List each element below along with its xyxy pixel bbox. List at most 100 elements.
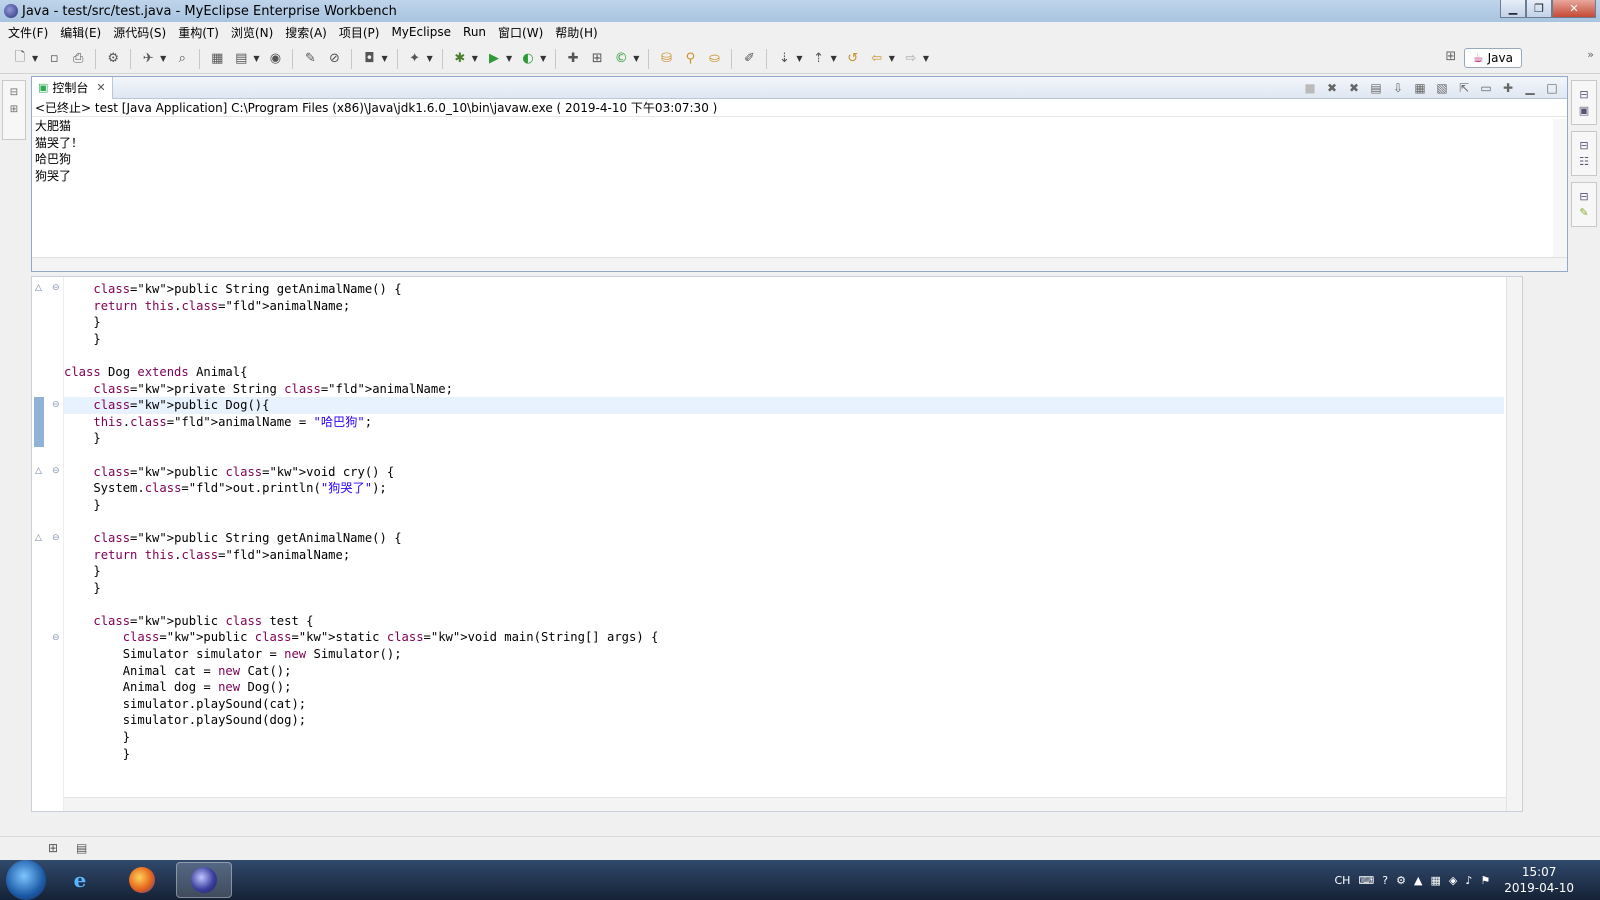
code-line[interactable]: class="kw">public String getAnimalName()… (64, 530, 1504, 547)
new-class-icon[interactable]: © (612, 50, 630, 68)
export-icon[interactable]: ▤ (232, 50, 250, 68)
new-dropdown-icon[interactable]: ▼ (32, 54, 38, 63)
menu-edit[interactable]: 编辑(E) (54, 24, 107, 41)
taskbar-firefox[interactable] (114, 862, 170, 898)
scroll-lock-icon[interactable]: ⇩ (1389, 79, 1407, 97)
menu-search[interactable]: 搜索(A) (279, 24, 333, 41)
new-class-dropdown-icon[interactable]: ▼ (633, 54, 639, 63)
open-perspective-icon[interactable]: ⊞ (1442, 49, 1460, 67)
pen-icon[interactable]: ✐ (740, 50, 758, 68)
back-dropdown-icon[interactable]: ▼ (889, 54, 895, 63)
fold-toggle-icon[interactable]: ⊖ (52, 400, 60, 410)
minimize-view-icon[interactable]: ▁ (1521, 79, 1539, 97)
code-line[interactable]: } (64, 729, 1504, 746)
new-icon[interactable]: 🗋 (11, 50, 29, 68)
editor-vertical-scrollbar[interactable] (1506, 277, 1522, 811)
tab-console[interactable]: ▣ 控制台 ✕ (32, 76, 113, 99)
code-line[interactable]: class="kw">public class="kw">static clas… (64, 629, 1504, 646)
code-line[interactable]: simulator.playSound(cat); (64, 696, 1504, 713)
language-indicator[interactable]: CH (1334, 874, 1350, 887)
clock[interactable]: 15:07 2019-04-10 (1504, 864, 1574, 896)
outline-view-icon[interactable]: ☷ (1572, 155, 1596, 168)
task-list-icon[interactable]: ▤ (76, 841, 87, 855)
forward-dropdown-icon[interactable]: ▼ (923, 54, 929, 63)
menu-run[interactable]: Run (457, 25, 492, 39)
action-center-icon[interactable]: ⚑ (1480, 874, 1490, 887)
menu-file[interactable]: 文件(F) (2, 24, 54, 41)
maximize-view-icon[interactable]: □ (1543, 79, 1561, 97)
print-icon[interactable]: ⎙ (69, 50, 87, 68)
run-icon[interactable]: ▶ (485, 50, 503, 68)
menu-myeclipse[interactable]: MyEclipse (385, 25, 457, 39)
code-line[interactable]: return this.class="fld">animalName; (64, 547, 1504, 564)
restore-view-icon[interactable]: ⊟ (1572, 190, 1596, 203)
forward-icon[interactable]: ⇨ (902, 50, 920, 68)
last-edit-icon[interactable]: ↺ (844, 50, 862, 68)
open-type-icon[interactable]: ⛁ (657, 50, 675, 68)
pin-console-icon[interactable]: ⇱ (1455, 79, 1473, 97)
restore-view-icon[interactable]: ⊟ (3, 87, 25, 98)
prev-annotation-dropdown-icon[interactable]: ▼ (831, 54, 837, 63)
external-tools-dropdown-icon[interactable]: ▼ (540, 54, 546, 63)
console-vertical-scrollbar[interactable] (1553, 119, 1567, 257)
tool-a-icon[interactable]: ✎ (301, 50, 319, 68)
open-console-icon[interactable]: ✚ (1499, 79, 1517, 97)
perspective-overflow-icon[interactable]: » (1587, 48, 1594, 61)
search-tool-icon[interactable]: ⚲ (681, 50, 699, 68)
code-area[interactable]: class="kw">public String getAnimalName()… (64, 281, 1504, 762)
console-horizontal-scrollbar[interactable] (32, 257, 1567, 271)
remove-all-icon[interactable]: ✖ (1345, 79, 1363, 97)
code-line[interactable]: class="kw">public String getAnimalName()… (64, 281, 1504, 298)
globe-icon[interactable]: ◉ (266, 50, 284, 68)
code-line[interactable]: Animal dog = new Dog(); (64, 679, 1504, 696)
code-line[interactable] (64, 447, 1504, 464)
ime-settings-icon[interactable]: ⚙ (1396, 874, 1406, 887)
code-line[interactable]: class="kw">public Dog(){ (64, 397, 1504, 414)
code-line[interactable]: } (64, 430, 1504, 447)
restore-view-icon[interactable]: ⊟ (1572, 139, 1596, 152)
java-editor[interactable]: △ ⊖ ⊖ △ ⊖ △ ⊖ ⊖ class="kw">public String… (31, 276, 1523, 812)
display-console-icon[interactable]: ▭ (1477, 79, 1495, 97)
code-line[interactable]: } (64, 497, 1504, 514)
restore-button[interactable]: ❐ (1526, 0, 1552, 18)
editor-horizontal-scrollbar[interactable] (64, 797, 1506, 811)
help-icon[interactable]: ? (1382, 874, 1388, 887)
start-button[interactable] (6, 860, 46, 900)
next-annotation-dropdown-icon[interactable]: ▼ (796, 54, 802, 63)
open-task-icon[interactable]: ⛀ (705, 50, 723, 68)
debug-icon[interactable]: ✱ (451, 50, 469, 68)
network-icon[interactable]: ▦ (1430, 874, 1440, 887)
export-dropdown-icon[interactable]: ▼ (253, 54, 259, 63)
new-project-icon[interactable]: ✚ (564, 50, 582, 68)
menu-help[interactable]: 帮助(H) (549, 24, 603, 41)
fold-toggle-icon[interactable]: ⊖ (52, 533, 60, 543)
new-package-icon[interactable]: ⊞ (588, 50, 606, 68)
minimize-button[interactable]: ▁ (1500, 0, 1526, 18)
terminate-icon[interactable]: ■ (1301, 79, 1319, 97)
code-line[interactable]: } (64, 331, 1504, 348)
code-line[interactable] (64, 513, 1504, 530)
code-line[interactable]: class="kw">public class test { (64, 613, 1504, 630)
code-line[interactable] (64, 347, 1504, 364)
code-line[interactable]: System.class="fld">out.println("狗哭了"); (64, 480, 1504, 497)
remove-launch-icon[interactable]: ✖ (1323, 79, 1341, 97)
menu-source[interactable]: 源代码(S) (107, 24, 172, 41)
code-line[interactable]: class Dog extends Animal{ (64, 364, 1504, 381)
tool-c-dropdown-icon[interactable]: ▼ (427, 54, 433, 63)
code-line[interactable]: Animal cat = new Cat(); (64, 663, 1504, 680)
menu-project[interactable]: 项目(P) (333, 24, 386, 41)
code-line[interactable]: this.class="fld">animalName = "哈巴狗"; (64, 414, 1504, 431)
code-line[interactable]: } (64, 314, 1504, 331)
menu-refactor[interactable]: 重构(T) (172, 24, 225, 41)
close-button[interactable]: ✕ (1552, 0, 1596, 18)
perspective-java-button[interactable]: ☕ Java (1463, 48, 1522, 68)
next-annotation-icon[interactable]: ⇣ (775, 50, 793, 68)
prev-annotation-icon[interactable]: ⇡ (810, 50, 828, 68)
restore-view-icon[interactable]: ⊟ (1572, 88, 1596, 101)
code-line[interactable]: return this.class="fld">animalName; (64, 298, 1504, 315)
fast-view-icon[interactable]: ⊞ (48, 841, 58, 855)
clear-console-icon[interactable]: ▤ (1367, 79, 1385, 97)
tool-b-icon[interactable]: ⊘ (325, 50, 343, 68)
fold-toggle-icon[interactable]: ⊖ (52, 633, 60, 643)
code-line[interactable]: Simulator simulator = new Simulator(); (64, 646, 1504, 663)
